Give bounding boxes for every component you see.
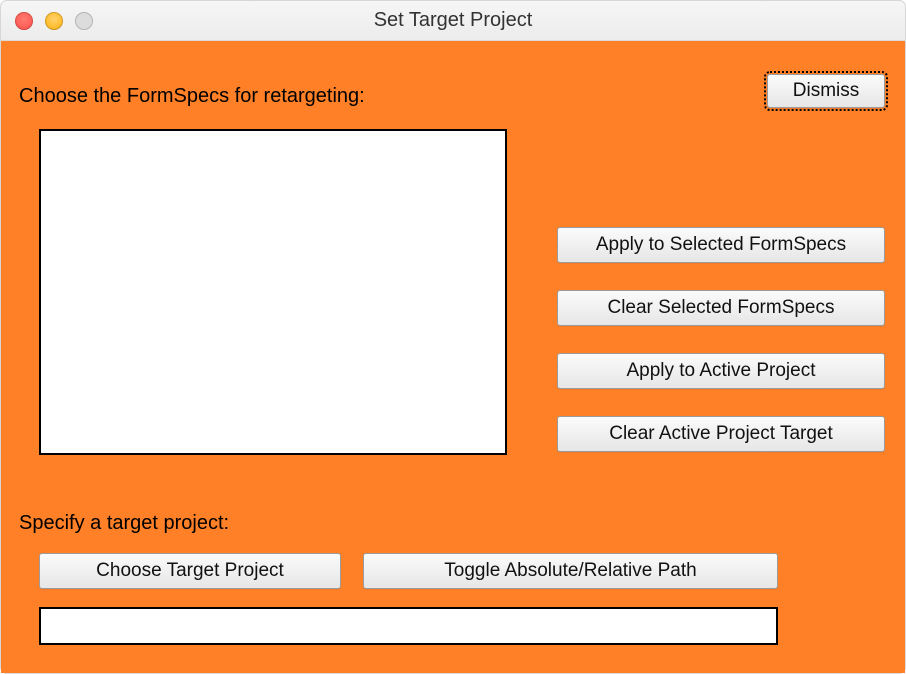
- window-controls: [15, 12, 93, 30]
- client-area: Choose the FormSpecs for retargeting: Di…: [1, 41, 905, 673]
- dialog-window: Set Target Project Choose the FormSpecs …: [0, 0, 906, 674]
- choose-target-project-button[interactable]: Choose Target Project: [39, 553, 341, 589]
- toggle-path-mode-button[interactable]: Toggle Absolute/Relative Path: [363, 553, 778, 589]
- dismiss-button[interactable]: Dismiss: [767, 74, 885, 108]
- titlebar: Set Target Project: [1, 1, 905, 41]
- window-title: Set Target Project: [1, 9, 905, 32]
- clear-selected-formspecs-button[interactable]: Clear Selected FormSpecs: [557, 290, 885, 326]
- choose-formspecs-label: Choose the FormSpecs for retargeting:: [19, 85, 365, 108]
- close-icon[interactable]: [15, 12, 33, 30]
- target-project-path-input[interactable]: [39, 607, 778, 645]
- apply-selected-formspecs-button[interactable]: Apply to Selected FormSpecs: [557, 227, 885, 263]
- minimize-icon[interactable]: [45, 12, 63, 30]
- specify-target-label: Specify a target project:: [19, 512, 229, 535]
- formspecs-listbox[interactable]: [39, 129, 507, 455]
- apply-active-project-button[interactable]: Apply to Active Project: [557, 353, 885, 389]
- zoom-icon[interactable]: [75, 12, 93, 30]
- clear-active-project-target-button[interactable]: Clear Active Project Target: [557, 416, 885, 452]
